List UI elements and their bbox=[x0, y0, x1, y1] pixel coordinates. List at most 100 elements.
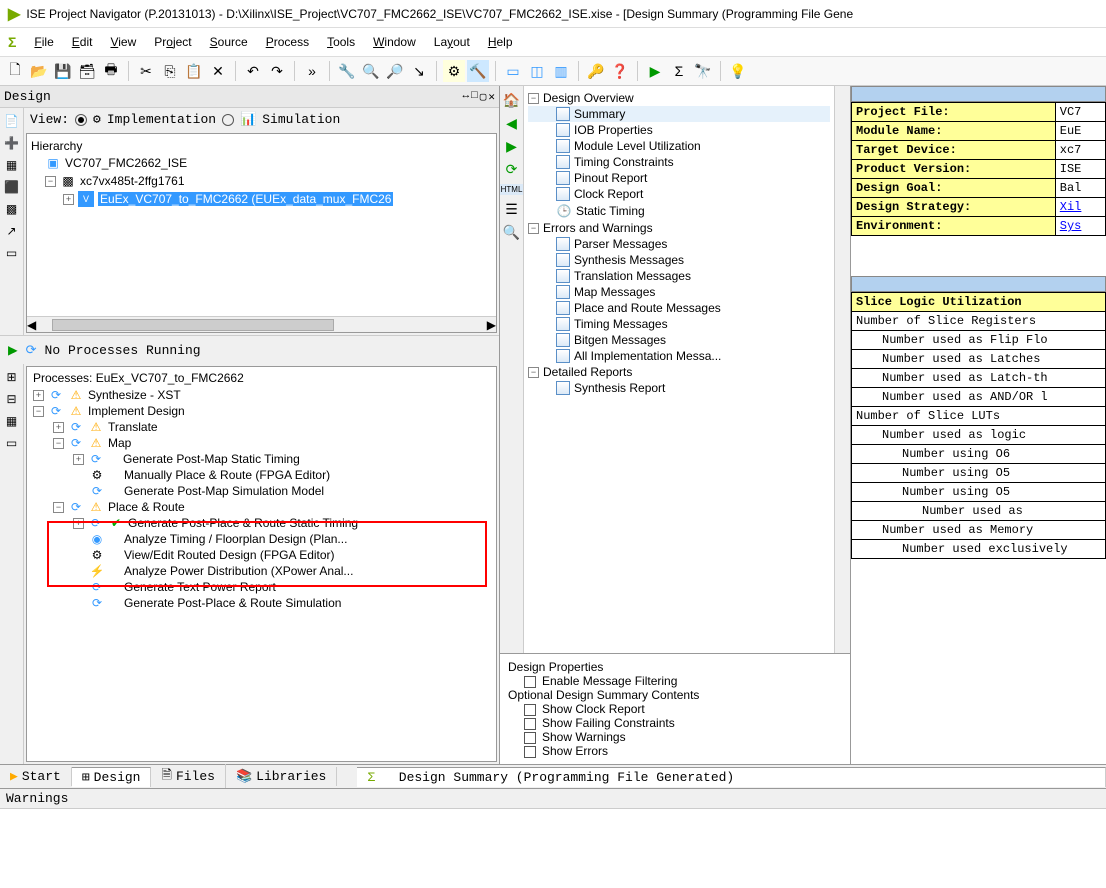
ov-det[interactable]: −Detailed Reports bbox=[528, 364, 830, 380]
proc-par[interactable]: −⟳⚠Place & Route bbox=[29, 499, 494, 515]
sigma-icon[interactable]: Σ bbox=[8, 34, 16, 50]
ov-item[interactable]: Synthesis Report bbox=[528, 380, 830, 396]
key-icon[interactable]: 🔑 bbox=[585, 60, 607, 82]
proc-translate[interactable]: +⟳⚠Translate bbox=[29, 419, 494, 435]
chk-sfc[interactable]: Show Failing Constraints bbox=[508, 716, 842, 730]
proc-gpm-sim[interactable]: ⟳Generate Post-Map Simulation Model bbox=[29, 483, 494, 499]
strip-icon[interactable]: ▦ bbox=[3, 412, 21, 430]
win3-icon[interactable]: ▥ bbox=[550, 60, 572, 82]
open-icon[interactable]: 📂 bbox=[28, 60, 50, 82]
device-node[interactable]: − ▩ xc7vx485t-2ffg1761 bbox=[31, 172, 492, 190]
ov-item[interactable]: Map Messages bbox=[528, 284, 830, 300]
menu-help[interactable]: Help bbox=[488, 35, 513, 49]
proc-map[interactable]: −⟳⚠Map bbox=[29, 435, 494, 451]
html-icon[interactable]: HTML bbox=[500, 184, 523, 195]
tab-design[interactable]: ⊞Design bbox=[72, 767, 152, 787]
ov-item[interactable]: Place and Route Messages bbox=[528, 300, 830, 316]
impl-icon[interactable]: ⚙ bbox=[443, 60, 465, 82]
tab-start[interactable]: ▶Start bbox=[0, 767, 72, 786]
find-icon[interactable]: 🔍 bbox=[360, 60, 382, 82]
strip-icon[interactable]: ⊞ bbox=[3, 368, 21, 386]
home-icon[interactable]: 🏠 bbox=[503, 92, 520, 109]
menu-layout[interactable]: Layout bbox=[434, 35, 470, 49]
search2-icon[interactable]: 🔍 bbox=[503, 224, 520, 241]
proc-synth[interactable]: +⟳⚠Synthesize - XST bbox=[29, 387, 494, 403]
reload-icon[interactable]: ⟳ bbox=[506, 161, 518, 178]
hierarchy-tree[interactable]: Hierarchy ▣ VC707_FMC2662_ISE − ▩ xc7vx4… bbox=[26, 133, 497, 333]
wrench-icon[interactable]: 🔧 bbox=[336, 60, 358, 82]
saveall-icon[interactable]: 🗃 bbox=[76, 60, 98, 82]
sim-radio[interactable] bbox=[222, 114, 234, 126]
findfiles-icon[interactable]: 🔎 bbox=[384, 60, 406, 82]
critical-icon[interactable]: ⬛ bbox=[3, 178, 21, 196]
strip-icon[interactable]: ▭ bbox=[3, 434, 21, 452]
menu-file[interactable]: File bbox=[34, 35, 53, 49]
proc-manual-pr[interactable]: ⚙Manually Place & Route (FPGA Editor) bbox=[29, 467, 494, 483]
print-icon[interactable]: 🖶 bbox=[100, 60, 122, 82]
more-icon[interactable]: » bbox=[301, 60, 323, 82]
doc-icon[interactable]: 📄 bbox=[3, 112, 21, 130]
menu-project[interactable]: Project bbox=[154, 35, 191, 49]
fwd-icon[interactable]: ▶ bbox=[506, 138, 517, 155]
run-icon[interactable]: ▶ bbox=[644, 60, 666, 82]
win2-icon[interactable]: ◫ bbox=[526, 60, 548, 82]
telescope-icon[interactable]: 🔭 bbox=[692, 60, 714, 82]
chk-scr[interactable]: Show Clock Report bbox=[508, 702, 842, 716]
launch-icon[interactable]: ↗ bbox=[3, 222, 21, 240]
undo-icon[interactable]: ↶ bbox=[242, 60, 264, 82]
overview-tree[interactable]: −Design Overview Summary IOB Properties … bbox=[524, 86, 834, 653]
refresh-icon[interactable]: ⟳ bbox=[26, 343, 37, 358]
ov-item[interactable]: 🕒Static Timing bbox=[528, 202, 830, 220]
paste-icon[interactable]: 📋 bbox=[183, 60, 205, 82]
ov-item[interactable]: Timing Constraints bbox=[528, 154, 830, 170]
help-icon[interactable]: ❓ bbox=[609, 60, 631, 82]
collapse-icon[interactable]: − bbox=[45, 176, 56, 187]
ov-errs[interactable]: −Errors and Warnings bbox=[528, 220, 830, 236]
hammer-icon[interactable]: 🔨 bbox=[467, 60, 489, 82]
chk-emf[interactable]: Enable Message Filtering bbox=[508, 674, 842, 688]
menu-window[interactable]: Window bbox=[373, 35, 416, 49]
processes-tree[interactable]: Processes: EuEx_VC707_to_FMC2662 +⟳⚠Synt… bbox=[26, 366, 497, 762]
ov-item[interactable]: IOB Properties bbox=[528, 122, 830, 138]
menu-process[interactable]: Process bbox=[266, 35, 309, 49]
chk-se[interactable]: Show Errors bbox=[508, 744, 842, 758]
grid-icon[interactable]: ▩ bbox=[3, 200, 21, 218]
menu-tools[interactable]: Tools bbox=[327, 35, 355, 49]
proj-node[interactable]: ▣ VC707_FMC2662_ISE bbox=[31, 154, 492, 172]
console-body[interactable] bbox=[0, 808, 1106, 888]
cut-icon[interactable]: ✂ bbox=[135, 60, 157, 82]
max-icon[interactable]: ▢ bbox=[480, 90, 487, 104]
win1-icon[interactable]: ▭ bbox=[502, 60, 524, 82]
add-icon[interactable]: ➕ bbox=[3, 134, 21, 152]
chk-sw[interactable]: Show Warnings bbox=[508, 730, 842, 744]
ov-item[interactable]: Clock Report bbox=[528, 186, 830, 202]
layout-icon[interactable]: ▭ bbox=[3, 244, 21, 262]
vscrollbar[interactable] bbox=[834, 86, 850, 653]
min-icon[interactable]: □ bbox=[471, 90, 478, 104]
proc-gpm-static[interactable]: +⟳Generate Post-Map Static Timing bbox=[29, 451, 494, 467]
hscrollbar[interactable]: ◀▶ bbox=[27, 316, 496, 332]
ov-item[interactable]: Timing Messages bbox=[528, 316, 830, 332]
close-icon[interactable]: ✕ bbox=[488, 90, 495, 104]
menu-edit[interactable]: Edit bbox=[72, 35, 93, 49]
proc-impl[interactable]: −⟳⚠Implement Design bbox=[29, 403, 494, 419]
menu-source[interactable]: Source bbox=[210, 35, 248, 49]
bulb-icon[interactable]: 💡 bbox=[727, 60, 749, 82]
ov-item[interactable]: Parser Messages bbox=[528, 236, 830, 252]
top-module-node[interactable]: + V EuEx_VC707_to_FMC2662 (EUEx_data_mux… bbox=[31, 190, 492, 208]
redo-icon[interactable]: ↷ bbox=[266, 60, 288, 82]
dock-icon[interactable]: ↔ bbox=[463, 90, 470, 104]
menu-view[interactable]: View bbox=[110, 35, 136, 49]
list-icon[interactable]: ☰ bbox=[505, 201, 518, 218]
impl-radio[interactable] bbox=[75, 114, 87, 126]
proc-gppr-sim[interactable]: ⟳Generate Post-Place & Route Simulation bbox=[29, 595, 494, 611]
ov-item[interactable]: Translation Messages bbox=[528, 268, 830, 284]
ov-item[interactable]: All Implementation Messa... bbox=[528, 348, 830, 364]
new-icon[interactable]: 🗋 bbox=[4, 60, 26, 82]
sigma2-icon[interactable]: Σ bbox=[668, 60, 690, 82]
delete-icon[interactable]: ✕ bbox=[207, 60, 229, 82]
goto-icon[interactable]: ↘ bbox=[408, 60, 430, 82]
ov-item[interactable]: Bitgen Messages bbox=[528, 332, 830, 348]
run2-icon[interactable]: ▶ bbox=[8, 340, 18, 360]
ov-summary[interactable]: Summary bbox=[528, 106, 830, 122]
